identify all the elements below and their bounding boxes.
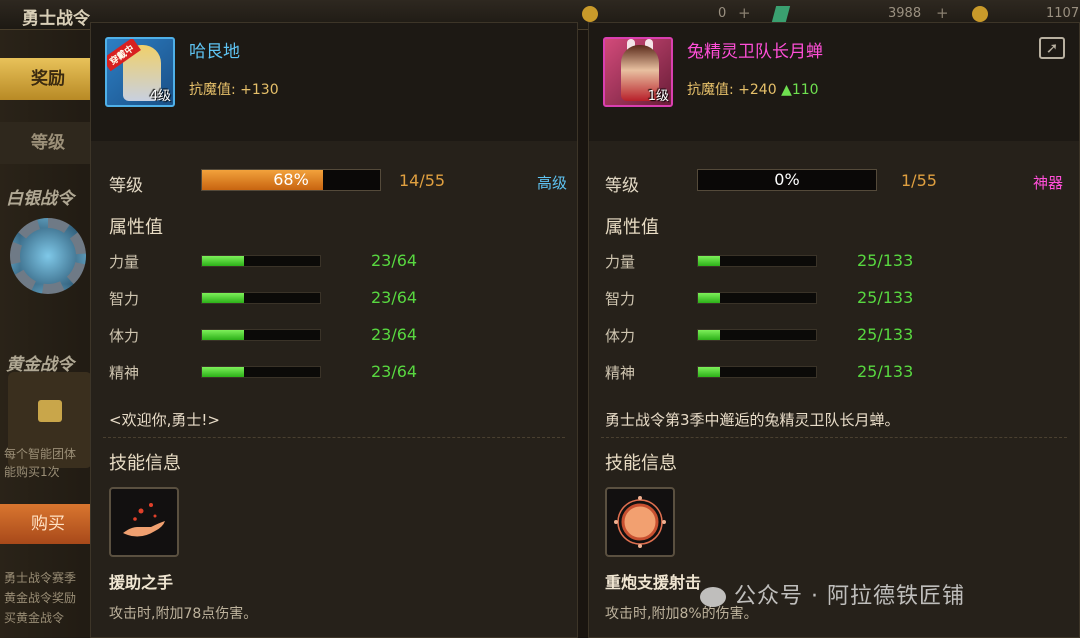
stat-name: 精神 xyxy=(109,364,140,382)
magic-resist-bonus: ▲110 xyxy=(781,82,819,98)
stat-name: 力量 xyxy=(605,253,636,271)
stat-row: 体力 25/133 xyxy=(605,325,1025,347)
stat-bar-fill xyxy=(202,293,245,303)
stat-bar-fill xyxy=(698,330,721,340)
share-icon[interactable]: ➚ xyxy=(1039,37,1065,59)
wechat-icon xyxy=(700,587,726,607)
gem-icon xyxy=(771,6,791,22)
attributes-title: 属性值 xyxy=(109,217,163,238)
stat-bar xyxy=(201,366,321,378)
stat-name: 智力 xyxy=(109,290,140,308)
silver-pass-label: 白银战令 xyxy=(6,189,74,209)
item-description: 勇士战令第3季中邂逅的兔精灵卫队长月蝉。 xyxy=(605,411,900,429)
equipped-item-panel: 穿戴中 4级 哈艮地 抗魔值: +130 等级 68% 14/55 高级 属性值… xyxy=(90,22,578,638)
stat-value: 25/133 xyxy=(857,325,914,344)
add-currency-1-button[interactable]: + xyxy=(738,4,751,22)
grade-label: 神器 xyxy=(1032,174,1063,192)
silver-pass-emblem-icon xyxy=(10,218,86,294)
divider xyxy=(601,437,1067,438)
lock-icon xyxy=(38,400,62,422)
footer-note-3: 买黄金战令 xyxy=(4,611,65,625)
grade-label: 高级 xyxy=(536,174,567,192)
stat-name: 体力 xyxy=(109,327,140,345)
window-title: 勇士战令 xyxy=(22,9,90,29)
stat-bar xyxy=(201,292,321,304)
stat-row: 力量 25/133 xyxy=(605,251,1025,273)
stat-value: 23/64 xyxy=(371,362,418,381)
skill-description: 攻击时,附加78点伤害。 xyxy=(109,606,258,622)
stat-name: 力量 xyxy=(109,253,140,271)
skills-title: 技能信息 xyxy=(109,453,181,474)
add-currency-2-button[interactable]: + xyxy=(936,4,949,22)
stat-bar xyxy=(697,329,817,341)
stat-bar-fill xyxy=(698,293,721,303)
watermark: 公众号 · 阿拉德铁匠铺 xyxy=(700,578,965,610)
level-progress-text: 14/55 xyxy=(399,171,446,190)
level-label: 等级 xyxy=(109,176,143,196)
level-progress-bar: 68% xyxy=(201,169,381,191)
footer-note-2: 黄金战令奖励 xyxy=(4,591,77,605)
stat-row: 精神 23/64 xyxy=(109,362,529,384)
attributes-title: 属性值 xyxy=(605,217,659,238)
helping-hand-skill-icon[interactable] xyxy=(109,487,179,557)
divider xyxy=(103,437,565,438)
stat-bar-fill xyxy=(202,256,245,266)
stat-bar-fill xyxy=(698,256,721,266)
gold-pass-note-1: 每个智能团体 xyxy=(4,447,77,461)
magic-resist-value: 抗魔值: +240 ▲110 xyxy=(687,79,819,99)
stat-bar xyxy=(697,366,817,378)
avatar-level: 1级 xyxy=(647,89,669,104)
stat-name: 精神 xyxy=(605,364,636,382)
level-percent: 0% xyxy=(774,170,800,189)
tab-level[interactable]: 等级 xyxy=(0,122,96,164)
stat-row: 力量 23/64 xyxy=(109,251,529,273)
stat-bar xyxy=(201,329,321,341)
stat-value: 23/64 xyxy=(371,251,418,270)
level-progress-text: 1/55 xyxy=(901,171,937,190)
stat-bar xyxy=(201,255,321,267)
skill-name: 重炮支援射击 xyxy=(605,573,702,592)
stat-row: 精神 25/133 xyxy=(605,362,1025,384)
stat-value: 23/64 xyxy=(371,288,418,307)
footer-note-1: 勇士战令赛季 xyxy=(4,571,77,585)
stat-bar-fill xyxy=(202,330,245,340)
skills-title: 技能信息 xyxy=(605,453,677,474)
stat-row: 体力 23/64 xyxy=(109,325,529,347)
stat-value: 23/64 xyxy=(371,325,418,344)
stat-bar-fill xyxy=(202,367,245,377)
stat-name: 智力 xyxy=(605,290,636,308)
buy-button[interactable]: 购买 xyxy=(0,504,96,544)
level-percent: 68% xyxy=(273,170,309,189)
magic-resist-text: 抗魔值: +240 xyxy=(687,82,777,98)
level-label: 等级 xyxy=(605,176,639,196)
artillery-support-skill-icon[interactable] xyxy=(605,487,675,557)
skill-name: 援助之手 xyxy=(109,573,174,592)
magic-resist-value: 抗魔值: +130 xyxy=(189,82,279,98)
compare-item-panel: 1级 兔精灵卫队长月蝉 抗魔值: +240 ▲110 ➚ 等级 0% 1/55 … xyxy=(588,22,1080,638)
stat-value: 25/133 xyxy=(857,251,914,270)
stat-name: 体力 xyxy=(605,327,636,345)
item-avatar[interactable]: 穿戴中 4级 xyxy=(105,37,175,107)
level-progress-bar: 0% xyxy=(697,169,877,191)
stat-row: 智力 25/133 xyxy=(605,288,1025,310)
gold-pass-note-2: 能购买1次 xyxy=(4,465,60,479)
stat-row: 智力 23/64 xyxy=(109,288,529,310)
stat-bar-fill xyxy=(698,367,721,377)
currency-2-value: 3988 xyxy=(888,6,922,21)
stat-value: 25/133 xyxy=(857,288,914,307)
watermark-text: 公众号 · 阿拉德铁匠铺 xyxy=(734,584,965,609)
item-name: 兔精灵卫队长月蝉 xyxy=(687,42,823,62)
item-avatar[interactable]: 1级 xyxy=(603,37,673,107)
tab-rewards[interactable]: 奖励 xyxy=(0,58,96,100)
stat-bar xyxy=(697,292,817,304)
currency-1-value: 0 xyxy=(718,6,727,21)
gold-coin-icon xyxy=(972,6,988,22)
avatar-level: 4级 xyxy=(149,89,171,104)
item-name: 哈艮地 xyxy=(189,42,240,62)
stat-bar xyxy=(697,255,817,267)
coin-icon xyxy=(582,6,598,22)
item-description: <欢迎你,勇士!> xyxy=(109,411,220,429)
currency-3-value: 1107 xyxy=(1046,6,1080,21)
stat-value: 25/133 xyxy=(857,362,914,381)
